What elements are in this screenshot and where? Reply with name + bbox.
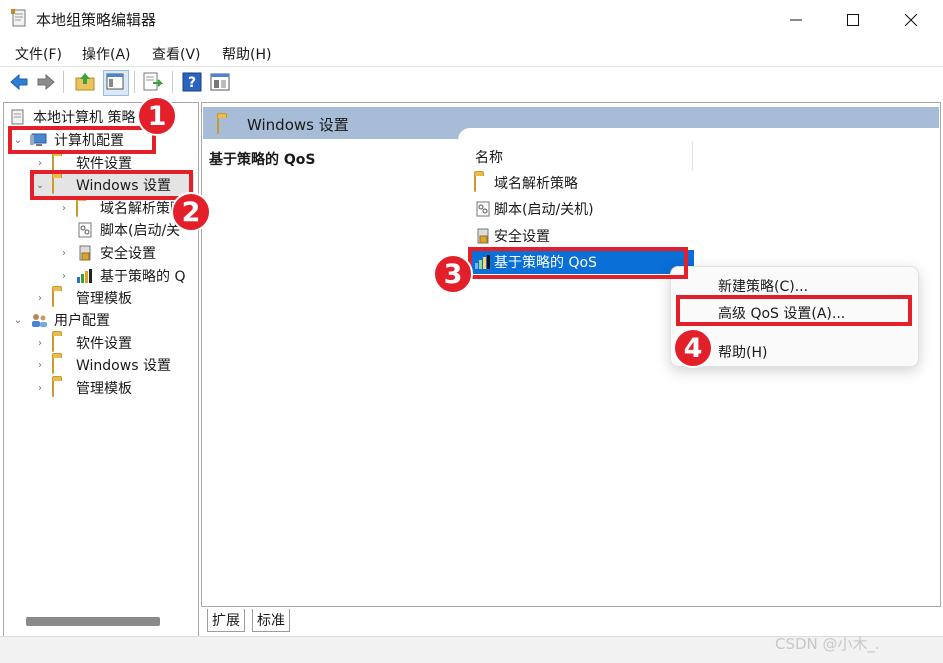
menu-bar [0, 40, 943, 66]
menu-file[interactable]: 文件(F) [15, 44, 62, 64]
tree-item-label: 管理模板 [76, 381, 132, 397]
menu-action[interactable]: 操作(A) [82, 44, 131, 64]
tree-item-label: 管理模板 [76, 291, 132, 307]
folder-icon [52, 334, 54, 352]
folder-icon [217, 116, 219, 134]
policy-editor-app-icon [11, 9, 27, 27]
annotation-box-4 [676, 295, 912, 326]
properties-icon[interactable] [209, 71, 231, 93]
annotation-box-3 [468, 247, 688, 279]
chevron-right-icon[interactable]: › [58, 203, 70, 214]
toolbar-separator [63, 71, 64, 93]
tree-root[interactable]: 本地计算机 策略 [9, 106, 135, 128]
tree-item-user-config[interactable]: ⌄ 用户配置 [12, 309, 110, 331]
folder-icon [52, 356, 54, 374]
toolbar-separator [172, 71, 173, 93]
maximize-icon [847, 14, 859, 26]
policy-document-icon [11, 109, 24, 125]
tree-item-label: 基于策略的 Q [100, 269, 186, 285]
annotation-box-2 [30, 170, 193, 200]
tree-item-label: 软件设置 [76, 336, 132, 352]
chevron-down-icon[interactable]: ⌄ [12, 315, 24, 326]
close-button[interactable] [883, 0, 939, 40]
users-icon [32, 314, 47, 327]
tree-item-security-settings[interactable]: › 安全设置 [58, 242, 156, 264]
tree-item-label: 脚本(启动/关 [100, 223, 181, 239]
column-header-name[interactable]: 名称 [475, 147, 503, 167]
folder-icon [474, 174, 476, 192]
show-hide-tree-icon[interactable] [103, 70, 129, 96]
tree-item-label: 安全设置 [100, 246, 156, 262]
context-item-help[interactable]: 帮助(H) [718, 342, 767, 362]
column-divider[interactable] [692, 142, 693, 170]
chevron-right-icon[interactable]: › [34, 158, 46, 169]
chevron-right-icon[interactable]: › [34, 360, 46, 371]
list-item[interactable]: 安全设置 [474, 224, 550, 248]
list-item[interactable]: 脚本(启动/关机) [474, 197, 594, 221]
maximize-button[interactable] [825, 0, 881, 40]
tree-item-scripts[interactable]: 脚本(启动/关 [76, 219, 180, 241]
export-list-icon[interactable] [141, 71, 164, 93]
up-folder-icon[interactable] [74, 71, 96, 93]
tab-standard[interactable]: 标准 [252, 609, 290, 632]
list-item[interactable]: 域名解析策略 [474, 171, 578, 195]
list-item-label: 安全设置 [494, 229, 550, 245]
list-item-label: 脚本(启动/关机) [494, 202, 594, 218]
security-icon [477, 228, 489, 244]
folder-icon [52, 379, 54, 397]
window-title: 本地组策略编辑器 [36, 11, 157, 29]
horizontal-scrollbar[interactable] [26, 617, 160, 626]
chevron-right-icon[interactable]: › [34, 293, 46, 304]
chevron-right-icon[interactable]: › [58, 248, 70, 259]
back-icon[interactable] [8, 71, 30, 93]
tree-root-label: 本地计算机 策略 [33, 110, 136, 126]
context-item-new-policy[interactable]: 新建策略(C)... [718, 276, 808, 296]
step-badge-1: 1 [137, 96, 177, 136]
tree-item-qos[interactable]: › 基于策略的 Q [58, 265, 185, 287]
tree-item-admin-templates[interactable]: › 管理模板 [34, 287, 132, 309]
tree-item-label: Windows 设置 [76, 358, 171, 374]
annotation-box-1 [8, 126, 156, 154]
step-badge-2: 2 [171, 192, 211, 232]
tree-item-user-windows-settings[interactable]: › Windows 设置 [34, 354, 171, 376]
details-header-title: Windows 设置 [247, 116, 349, 134]
minimize-button[interactable] [768, 0, 824, 40]
folder-icon [52, 289, 54, 307]
tree-item-user-software-settings[interactable]: › 软件设置 [34, 332, 132, 354]
script-icon [476, 201, 490, 217]
qos-chart-icon [77, 269, 92, 283]
tree-item-user-admin-templates[interactable]: › 管理模板 [34, 377, 132, 399]
menu-view[interactable]: 查看(V) [152, 44, 201, 64]
chevron-right-icon[interactable]: › [58, 271, 70, 282]
help-icon[interactable]: ? [181, 71, 203, 93]
step-badge-4: 4 [673, 328, 713, 368]
watermark: CSDN @小木_. [775, 635, 880, 653]
folder-icon [76, 199, 78, 217]
description-title: 基于策略的 QoS [209, 152, 316, 168]
menu-help[interactable]: 帮助(H) [222, 44, 271, 64]
minimize-icon [790, 19, 802, 21]
script-icon [78, 222, 92, 238]
forward-icon[interactable] [35, 71, 57, 93]
chevron-right-icon[interactable]: › [34, 338, 46, 349]
security-icon [79, 245, 91, 261]
close-icon [905, 14, 917, 26]
tab-extended[interactable]: 扩展 [207, 609, 245, 632]
svg-text:?: ? [188, 75, 196, 91]
step-badge-3: 3 [433, 254, 473, 294]
chevron-right-icon[interactable]: › [34, 383, 46, 394]
toolbar-separator [134, 71, 135, 93]
list-item-label: 域名解析策略 [494, 176, 578, 192]
tree-item-label: 用户配置 [54, 313, 110, 329]
tree-item-name-resolution[interactable]: › 域名解析策略 [58, 197, 184, 219]
